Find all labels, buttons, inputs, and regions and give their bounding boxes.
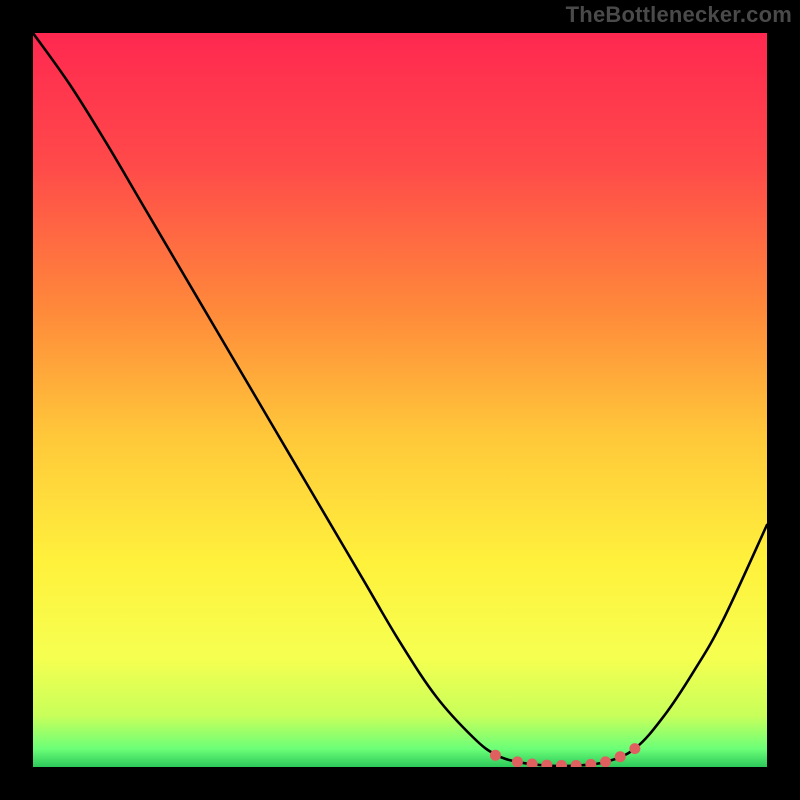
optimal-marker — [600, 756, 611, 767]
bottleneck-curve-chart — [33, 33, 767, 767]
chart-frame: TheBottlenecker.com — [0, 0, 800, 800]
optimal-marker — [629, 743, 640, 754]
optimal-marker — [615, 751, 626, 762]
optimal-marker — [490, 750, 501, 761]
watermark-text: TheBottlenecker.com — [566, 2, 792, 28]
gradient-background — [33, 33, 767, 767]
optimal-marker — [512, 756, 523, 767]
